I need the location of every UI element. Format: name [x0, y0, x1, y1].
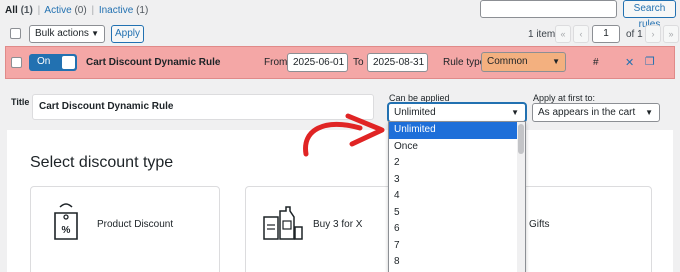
rule-status-toggle[interactable]: On	[29, 54, 77, 71]
bundle-icon	[263, 206, 303, 240]
card-label: Product Discount	[97, 219, 174, 230]
dropdown-scrollbar[interactable]	[517, 122, 525, 272]
bulk-actions-value: Bulk actions	[35, 28, 89, 39]
dropdown-option[interactable]: 5	[389, 205, 525, 222]
dropdown-option[interactable]: 2	[389, 155, 525, 172]
dropdown-option-list: Unlimited Once 2 3 4 5 6 7 8	[389, 122, 525, 271]
product-discount-card[interactable]: % Product Discount	[30, 186, 220, 272]
scrollbar-thumb[interactable]	[518, 124, 524, 154]
status-filter: All (1) | Active (0) | Inactive (1)	[5, 5, 148, 16]
apply-first-label: Apply at first to:	[533, 93, 596, 103]
view-inactive-link[interactable]: Inactive (1)	[99, 5, 148, 16]
toggle-label: On	[37, 56, 51, 67]
from-label: From	[264, 57, 288, 68]
svg-text:%: %	[62, 225, 71, 236]
rule-type-select[interactable]: Common ▼	[481, 52, 566, 72]
view-all-label: All	[5, 5, 18, 16]
item-count: 1 item	[528, 29, 556, 40]
next-page-button[interactable]: ›	[645, 25, 661, 43]
close-icon[interactable]: ✕	[625, 56, 634, 69]
rule-title[interactable]: Cart Discount Dynamic Rule	[86, 57, 220, 68]
card-label: Gifts	[529, 219, 550, 230]
dropdown-option[interactable]: 6	[389, 221, 525, 238]
rule-type-label: Rule type	[443, 57, 486, 68]
apply-first-value: As appears in the cart	[538, 107, 636, 118]
dropdown-option[interactable]: 3	[389, 172, 525, 189]
can-be-applied-select[interactable]: Unlimited ▼	[388, 103, 526, 122]
toggle-knob	[62, 56, 75, 69]
view-inactive-count: (1)	[136, 5, 149, 16]
title-label: Title	[11, 97, 30, 107]
total-pages: of 1	[626, 29, 643, 40]
prev-page-button[interactable]: ‹	[573, 25, 589, 43]
current-page-input[interactable]: 1	[592, 25, 620, 43]
to-label: To	[353, 57, 364, 68]
can-be-applied-label: Can be applied	[389, 93, 450, 103]
chevron-down-icon: ▼	[645, 108, 653, 117]
chevron-down-icon: ▼	[511, 108, 519, 117]
chevron-down-icon: ▼	[91, 29, 99, 38]
dropdown-option[interactable]: 7	[389, 238, 525, 255]
red-arrow-annotation	[303, 113, 385, 157]
last-page-button[interactable]: »	[663, 25, 679, 43]
dropdown-option[interactable]: Unlimited	[389, 122, 525, 139]
from-date-input[interactable]: 2025-06-01	[287, 53, 348, 72]
copy-icon[interactable]: ❐	[645, 55, 655, 68]
select-all-checkbox[interactable]	[10, 28, 21, 39]
can-be-applied-value: Unlimited	[394, 107, 436, 118]
to-date-input[interactable]: 2025-08-31	[367, 53, 428, 72]
dropdown-option[interactable]: 8	[389, 254, 525, 271]
rule-type-value: Common	[487, 56, 528, 67]
view-active-count: (0)	[74, 5, 87, 16]
dropdown-option[interactable]: Once	[389, 139, 525, 156]
card-label: Buy 3 for X	[313, 219, 363, 230]
section-heading: Select discount type	[30, 154, 174, 171]
view-active-link[interactable]: Active (0)	[44, 5, 86, 16]
rule-checkbox[interactable]	[11, 57, 22, 68]
view-all-link[interactable]: All (1)	[5, 5, 33, 16]
view-inactive-label: Inactive	[98, 5, 134, 16]
search-rules-button[interactable]: Search rules	[623, 0, 676, 30]
chevron-down-icon: ▼	[552, 57, 560, 66]
first-page-button[interactable]: «	[555, 25, 571, 43]
bulk-actions-select[interactable]: Bulk actions ▼	[29, 25, 105, 43]
view-separator: |	[37, 5, 41, 16]
apply-first-select[interactable]: As appears in the cart ▼	[532, 103, 660, 122]
search-input[interactable]	[480, 0, 617, 18]
can-be-applied-dropdown[interactable]: Unlimited Once 2 3 4 5 6 7 8	[388, 121, 526, 272]
view-all-count: (1)	[20, 5, 33, 16]
rule-id-hash: #	[593, 57, 599, 68]
dropdown-option[interactable]: 4	[389, 188, 525, 205]
view-active-label: Active	[44, 5, 72, 16]
percent-tag-icon: %	[54, 203, 78, 240]
apply-button[interactable]: Apply	[111, 25, 144, 43]
view-separator: |	[91, 5, 95, 16]
